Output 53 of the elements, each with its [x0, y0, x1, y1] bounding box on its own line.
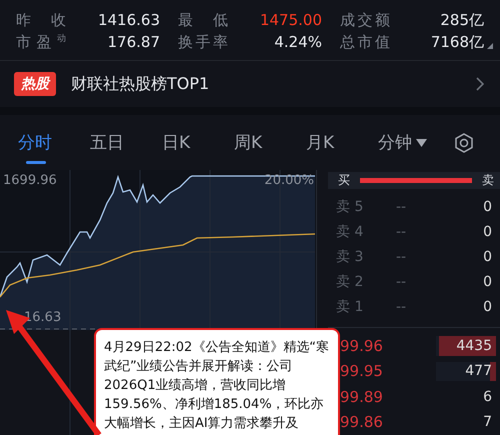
ask-level-label: 卖 4 [336, 222, 364, 240]
stat-value: 1416.63 [96, 11, 160, 29]
bid-volume: 7 [482, 414, 493, 430]
bid-price: 99.95 [340, 362, 384, 380]
chart-tab[interactable]: 周K [234, 115, 306, 170]
ask-price: -- [396, 274, 408, 290]
chevron-right-icon[interactable] [476, 77, 484, 91]
dropdown-caret-icon [416, 138, 427, 146]
settings-icon[interactable] [454, 132, 474, 152]
hot-badge: 热股 [14, 72, 56, 96]
bid-volume: 6 [482, 388, 493, 405]
ask-volume: 0 [482, 198, 493, 214]
percent-axis-label: 20.00% [264, 173, 314, 188]
ask-price: -- [396, 248, 408, 264]
hot-rank-text[interactable]: 财联社热股榜TOP1 [71, 74, 476, 94]
stat-label: 总市值 [340, 32, 390, 52]
ask-price: -- [396, 298, 408, 314]
bid-price: 99.89 [340, 388, 384, 406]
price-axis-label: 1699.96 [3, 173, 57, 188]
bid-volume: 477 [464, 363, 493, 380]
stat-value: 176.87 [106, 33, 160, 51]
sell-label: 卖 [482, 172, 494, 189]
stat-value: 1475.00 [258, 11, 322, 29]
chart-tab[interactable]: 月K [306, 115, 378, 170]
chart-tab[interactable]: 五日 [90, 115, 162, 170]
stat-label: 昨 收 [16, 10, 66, 30]
bid-volume: 4435 [455, 338, 493, 354]
price-axis-label: 16.63 [24, 310, 62, 325]
stat-value: 4.24% [273, 33, 322, 51]
stat-label: 成交额 [340, 10, 390, 30]
bid-price: 99.86 [340, 413, 384, 432]
ask-volume: 0 [482, 224, 493, 240]
ask-price: -- [396, 224, 408, 240]
stat-label: 最 低 [178, 10, 228, 30]
stat-value: 7168亿 [430, 32, 484, 52]
ask-level-label: 卖 5 [336, 198, 364, 216]
stat-label: 换手率 [178, 32, 228, 52]
ask-level-label: 卖 1 [336, 298, 364, 316]
ask-volume: 0 [482, 274, 493, 290]
stat-value: 285亿 [439, 10, 484, 30]
stat-label: 市盈$^{动}$ [16, 32, 66, 52]
ask-level-label: 卖 3 [336, 248, 364, 266]
ask-volume: 0 [482, 248, 493, 264]
corner-triangle-icon[interactable] [487, 42, 493, 48]
bid-price: 99.96 [340, 336, 384, 355]
ask-volume: 0 [482, 298, 493, 314]
chart-tab[interactable]: 日K [162, 115, 234, 170]
chart-tab[interactable]: 分钟 [378, 115, 450, 170]
ask-price: -- [396, 198, 408, 214]
annotation-callout: 4月29日22:02《公告全知道》精选“寒武纪”业绩公告并展开解读：公司2026Q1业绩高增，营收同比增159.56%、净利增185.04%，环比亦大幅增长，主因AI算力需求攀升及 [94, 328, 340, 435]
ask-level-label: 卖 2 [336, 272, 364, 290]
chart-tab[interactable]: 分时 [18, 115, 90, 170]
buy-label: 买 [338, 172, 350, 189]
